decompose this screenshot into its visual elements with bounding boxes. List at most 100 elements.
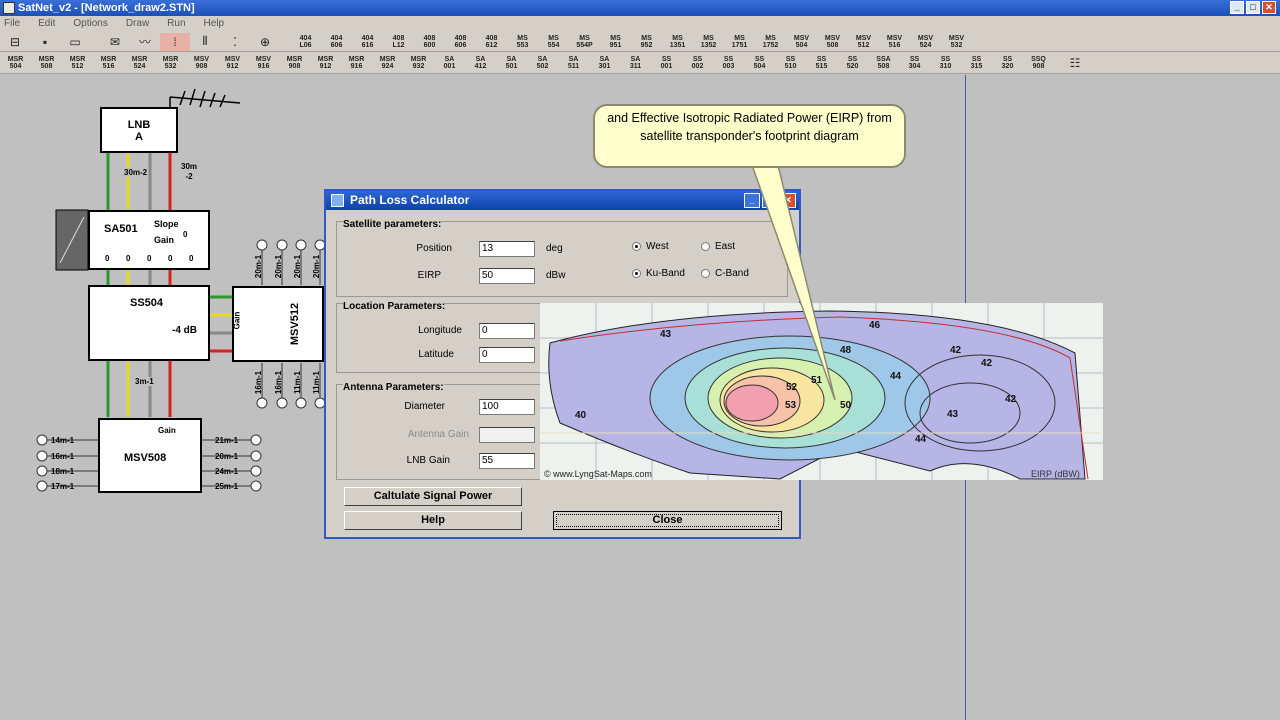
component-button[interactable]: MSR 924 <box>372 56 403 70</box>
menu-options[interactable]: Options <box>73 16 107 32</box>
dialog-title-bar[interactable]: Path Loss Calculator _ □ ✕ <box>326 191 799 210</box>
component-button[interactable]: SS 310 <box>930 56 961 70</box>
component-button[interactable]: SSQ 908 <box>1023 56 1054 70</box>
menu-help[interactable]: Help <box>204 16 225 32</box>
component-button[interactable]: MSR 508 <box>31 56 62 70</box>
component-button[interactable]: SA 412 <box>465 56 496 70</box>
msv512-block[interactable]: MSV512 Gain <box>232 286 324 362</box>
lnb-gain-input[interactable]: 55 <box>479 453 535 469</box>
longitude-input[interactable]: 0 <box>479 323 535 339</box>
component-button[interactable]: MSV 516 <box>879 35 910 49</box>
component-button[interactable]: 408 612 <box>476 35 507 49</box>
component-button[interactable]: SS 320 <box>992 56 1023 70</box>
menu-run[interactable]: Run <box>167 16 185 32</box>
component-button[interactable]: MS 554P <box>569 35 600 49</box>
component-button[interactable]: MS 1752 <box>755 35 786 49</box>
diameter-input[interactable]: 100 <box>479 399 535 415</box>
gain-value: 0 <box>126 254 131 263</box>
component-button[interactable]: MS 1352 <box>693 35 724 49</box>
component-button[interactable]: MS 553 <box>507 35 538 49</box>
print-icon[interactable]: ▭ <box>60 33 90 51</box>
ku-band-radio[interactable]: Ku-Band <box>632 268 685 279</box>
component-button[interactable]: MSV 504 <box>786 35 817 49</box>
component-button[interactable]: MSV 912 <box>217 56 248 70</box>
minimize-button[interactable]: _ <box>1230 1 1244 14</box>
component-button[interactable]: SS 520 <box>837 56 868 70</box>
component-button[interactable]: MSR 532 <box>155 56 186 70</box>
component-button[interactable]: 408 606 <box>445 35 476 49</box>
menu-edit[interactable]: Edit <box>38 16 55 32</box>
component-button[interactable]: MS 1751 <box>724 35 755 49</box>
component-button[interactable]: SS 504 <box>744 56 775 70</box>
select-icon[interactable]: ⁞ <box>160 32 190 51</box>
close-window-button[interactable]: ✕ <box>1262 1 1276 14</box>
cable-label: 18m-1 <box>51 467 75 476</box>
component-button[interactable]: MSV 512 <box>848 35 879 49</box>
component-button[interactable]: MSR 908 <box>279 56 310 70</box>
component-button[interactable]: MSR 512 <box>62 56 93 70</box>
component-button[interactable]: 404 L06 <box>290 35 321 49</box>
component-button[interactable]: SS 304 <box>899 56 930 70</box>
component-button[interactable]: SA 501 <box>496 56 527 70</box>
ss504-block[interactable]: SS504 -4 dB <box>88 285 210 361</box>
component-button[interactable]: MSR 912 <box>310 56 341 70</box>
position-unit: deg <box>546 243 563 254</box>
position-input[interactable]: 13 <box>479 241 535 257</box>
component-button[interactable]: MSV 908 <box>186 56 217 70</box>
component-button[interactable]: SS 510 <box>775 56 806 70</box>
component-button[interactable]: SS 002 <box>682 56 713 70</box>
component-button[interactable]: SA 301 <box>589 56 620 70</box>
component-button[interactable]: MS 554 <box>538 35 569 49</box>
component-button[interactable]: MSV 532 <box>941 35 972 49</box>
save-icon[interactable]: ▪ <box>30 33 60 51</box>
component-button[interactable]: MSR 516 <box>93 56 124 70</box>
component-button[interactable]: 404 616 <box>352 35 383 49</box>
ss504-label: SS504 <box>130 297 164 309</box>
component-button[interactable]: 408 600 <box>414 35 445 49</box>
open-icon[interactable]: ⊟ <box>0 33 30 51</box>
longitude-label: Longitude <box>418 325 462 336</box>
component-button[interactable]: 404 606 <box>321 35 352 49</box>
east-radio[interactable]: East <box>701 241 735 252</box>
calculate-button[interactable]: Caltulate Signal Power <box>344 487 522 506</box>
component-button[interactable]: SS 001 <box>651 56 682 70</box>
cut-icon[interactable]: ✉ <box>100 33 130 51</box>
menu-draw[interactable]: Draw <box>126 16 149 32</box>
component-button[interactable]: MSV 508 <box>817 35 848 49</box>
component-button[interactable]: MSR 932 <box>403 56 434 70</box>
sa501-block[interactable]: SA501 Slope Gain 0 0 0 0 0 0 <box>88 210 210 270</box>
target-icon[interactable]: ⊕ <box>250 33 280 51</box>
component-button[interactable]: SS 315 <box>961 56 992 70</box>
component-button[interactable]: MS 952 <box>631 35 662 49</box>
component-button[interactable]: SSA 508 <box>868 56 899 70</box>
component-button[interactable]: MSV 916 <box>248 56 279 70</box>
component-button[interactable]: MS 1351 <box>662 35 693 49</box>
lnb-block[interactable]: LNB A <box>100 107 178 153</box>
eirp-input[interactable]: 50 <box>479 268 535 284</box>
component-button[interactable]: SS 515 <box>806 56 837 70</box>
component-button[interactable]: SA 502 <box>527 56 558 70</box>
antenna-gain-input[interactable] <box>479 427 535 443</box>
close-button[interactable]: Close <box>553 511 782 530</box>
menu-file[interactable]: File <box>4 16 20 32</box>
component-button[interactable]: MS 951 <box>600 35 631 49</box>
msv508-block[interactable]: MSV508 Gain <box>98 418 202 493</box>
latitude-input[interactable]: 0 <box>479 347 535 363</box>
component-button[interactable]: 408 L12 <box>383 35 414 49</box>
cable-label: 16m-1 <box>274 370 284 395</box>
column-icon[interactable]: ⦀ <box>190 33 220 51</box>
west-radio[interactable]: West <box>632 241 669 252</box>
maximize-button[interactable]: □ <box>1246 1 1260 14</box>
help-button[interactable]: Help <box>344 511 522 530</box>
component-button[interactable]: SA 511 <box>558 56 589 70</box>
grid-icon[interactable]: ☷ <box>1060 54 1090 72</box>
component-button[interactable]: MSR 916 <box>341 56 372 70</box>
points-icon[interactable]: ⁚ <box>220 33 250 51</box>
component-button[interactable]: MSR 504 <box>0 56 31 70</box>
wire-icon[interactable]: 〰 <box>130 33 160 51</box>
component-button[interactable]: MSV 524 <box>910 35 941 49</box>
component-button[interactable]: SS 003 <box>713 56 744 70</box>
component-button[interactable]: SA 001 <box>434 56 465 70</box>
component-button[interactable]: SA 311 <box>620 56 651 70</box>
component-button[interactable]: MSR 524 <box>124 56 155 70</box>
